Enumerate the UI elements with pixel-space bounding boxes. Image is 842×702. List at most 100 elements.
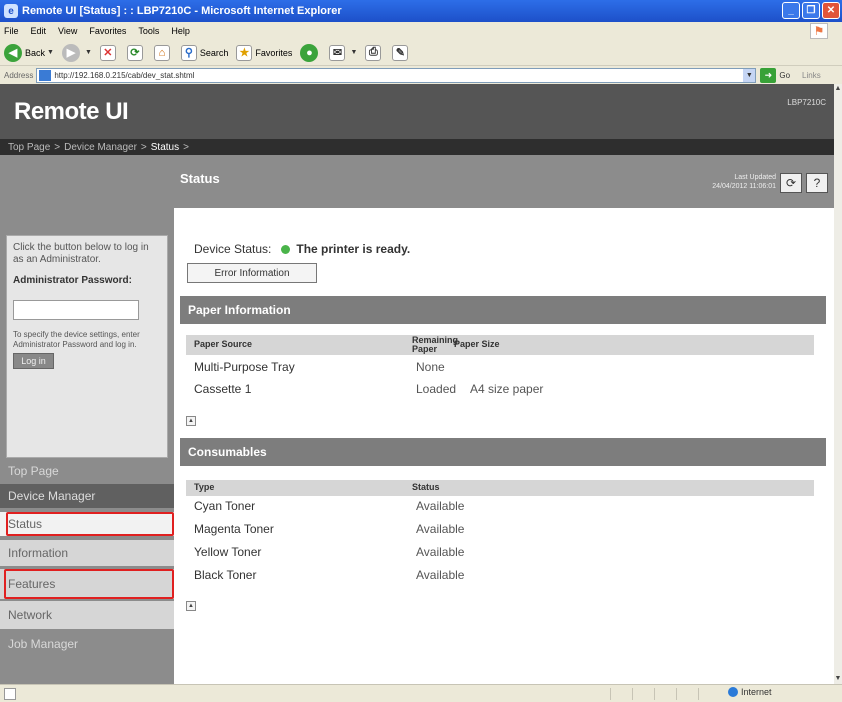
forward-button[interactable]: ▶ ▼ <box>61 43 92 62</box>
sidebar-item-status[interactable]: Status <box>0 512 174 536</box>
back-button[interactable]: ◀ Back ▼ <box>4 43 54 62</box>
window-titlebar: e Remote UI [Status] : : LBP7210C - Micr… <box>0 0 842 22</box>
admin-password-label: Administrator Password: <box>13 275 132 286</box>
print-icon: ⎙ <box>365 44 382 61</box>
col-status: Status <box>412 482 440 492</box>
menu-view[interactable]: View <box>58 26 77 36</box>
vertical-scrollbar[interactable]: ▲ ▼ <box>834 84 842 684</box>
sidebar-item-top-page[interactable]: Top Page <box>0 458 174 484</box>
help-button[interactable]: ? <box>806 173 828 193</box>
device-status-row: Device Status: The printer is ready. <box>194 242 410 256</box>
browser-toolbar: ◀ Back ▼ ▶ ▼ ✕ ⟳ ⌂ ⚲ Search ★ Favorites … <box>0 40 842 66</box>
search-label: Search <box>199 47 229 58</box>
edit-icon: ✎ <box>392 44 409 61</box>
main-content: Status Last Updated 24/04/2012 11:06:01 … <box>174 155 834 684</box>
back-to-top-icon[interactable]: ▲ <box>186 601 196 611</box>
statusbar-panes <box>610 688 720 700</box>
admin-password-input[interactable] <box>13 300 139 320</box>
zone-label: Internet <box>741 687 772 697</box>
consumable-type: Magenta Toner <box>194 522 274 536</box>
consumable-status: Available <box>416 499 465 513</box>
highlight-box <box>6 512 174 536</box>
search-icon: ⚲ <box>180 44 197 61</box>
device-status-label: Device Status: <box>194 242 272 256</box>
chevron-down-icon: ▼ <box>84 49 92 56</box>
paper-table-header: Paper Source Remaining Paper Paper Size <box>186 335 814 355</box>
search-button[interactable]: ⚲ Search <box>180 44 229 61</box>
menu-help[interactable]: Help <box>171 26 190 36</box>
refresh-button[interactable]: ⟳ <box>126 44 146 61</box>
paper-source: Multi-Purpose Tray <box>194 360 295 374</box>
consumable-type: Black Toner <box>194 568 257 582</box>
breadcrumb-separator: > <box>183 141 189 153</box>
breadcrumb-device-manager[interactable]: Device Manager <box>64 142 137 153</box>
printer-model: LBP7210C <box>787 98 826 107</box>
go-arrow-icon[interactable]: ➜ <box>760 67 777 83</box>
paper-information-header: Paper Information <box>180 296 826 324</box>
menu-favorites[interactable]: Favorites <box>89 26 126 36</box>
media-button[interactable]: ● <box>300 43 321 62</box>
scroll-down-icon[interactable]: ▼ <box>834 674 842 684</box>
menu-tools[interactable]: Tools <box>138 26 159 36</box>
consumable-status: Available <box>416 568 465 582</box>
last-updated-label: Last Updated <box>734 174 776 181</box>
back-label: Back <box>25 47 46 58</box>
scroll-up-icon[interactable]: ▲ <box>834 84 842 94</box>
sidebar-item-device-manager[interactable]: Device Manager <box>0 484 174 508</box>
help-icon: ? <box>813 176 821 190</box>
address-input[interactable]: http://192.168.0.215/cab/dev_stat.shtml … <box>36 67 757 83</box>
links-button[interactable]: Links <box>802 71 821 80</box>
chevron-down-icon[interactable]: ▼ <box>743 68 756 82</box>
login-hint-settings: To specify the device settings, enter Ad… <box>13 330 140 349</box>
address-url: http://192.168.0.215/cab/dev_stat.shtml <box>54 70 195 80</box>
close-button[interactable]: ✕ <box>822 2 840 19</box>
menu-edit[interactable]: Edit <box>31 26 47 36</box>
refresh-button[interactable]: ⟳ <box>780 173 802 193</box>
print-button[interactable]: ⎙ <box>365 44 384 61</box>
chevron-down-icon: ▼ <box>47 49 54 56</box>
web-page: Remote UI LBP7210C Top Page > Device Man… <box>0 84 834 684</box>
sidebar-item-network[interactable]: Network <box>0 601 174 629</box>
error-information-button[interactable]: Error Information <box>187 263 317 283</box>
sidebar-item-job-manager[interactable]: Job Manager <box>0 629 174 659</box>
paper-remaining: None <box>416 360 445 374</box>
home-icon: ⌂ <box>153 44 170 61</box>
home-button[interactable]: ⌂ <box>153 44 173 61</box>
go-button[interactable]: Go <box>779 71 790 80</box>
sidebar-item-features[interactable]: Features <box>0 569 174 599</box>
paper-size: A4 size paper <box>470 382 544 396</box>
browser-statusbar: Internet <box>0 684 842 702</box>
menu-file[interactable]: File <box>4 26 19 36</box>
refresh-icon: ⟳ <box>126 44 143 61</box>
remoteui-logo: Remote UI <box>14 98 129 125</box>
back-to-top-icon[interactable]: ▲ <box>186 416 196 426</box>
minimize-button[interactable]: _ <box>782 2 800 19</box>
address-bar: Address http://192.168.0.215/cab/dev_sta… <box>0 66 842 84</box>
mail-button[interactable]: ✉ ▼ <box>329 44 357 61</box>
ie-logo-icon: e <box>4 4 18 18</box>
star-icon: ★ <box>236 44 253 61</box>
edit-button[interactable]: ✎ <box>392 44 411 61</box>
sidebar-item-information[interactable]: Information <box>0 540 174 566</box>
back-arrow-icon: ◀ <box>4 43 22 62</box>
globe-icon <box>728 687 738 697</box>
page-title: Status <box>180 171 220 186</box>
breadcrumb-current: Status <box>150 141 180 153</box>
restore-button[interactable]: ❐ <box>802 2 820 19</box>
windows-flag-icon: ⚑ <box>810 23 828 39</box>
stop-button[interactable]: ✕ <box>99 44 119 61</box>
col-remaining-paper: Remaining Paper <box>412 335 459 354</box>
address-label: Address <box>4 70 34 80</box>
breadcrumb-top-page[interactable]: Top Page <box>8 142 50 153</box>
col-paper-size: Paper Size <box>454 339 500 349</box>
breadcrumb: Top Page > Device Manager > Status > <box>0 139 834 155</box>
forward-arrow-icon: ▶ <box>61 43 80 62</box>
favorites-button[interactable]: ★ Favorites <box>236 44 292 61</box>
last-updated: Last Updated 24/04/2012 11:06:01 <box>712 173 776 191</box>
highlight-box <box>4 569 174 599</box>
login-panel: Click the button below to log in as an A… <box>6 235 168 458</box>
page-icon <box>39 69 52 81</box>
mail-icon: ✉ <box>329 44 346 61</box>
login-button[interactable]: Log in <box>13 353 54 369</box>
last-updated-value: 24/04/2012 11:06:01 <box>712 183 776 190</box>
